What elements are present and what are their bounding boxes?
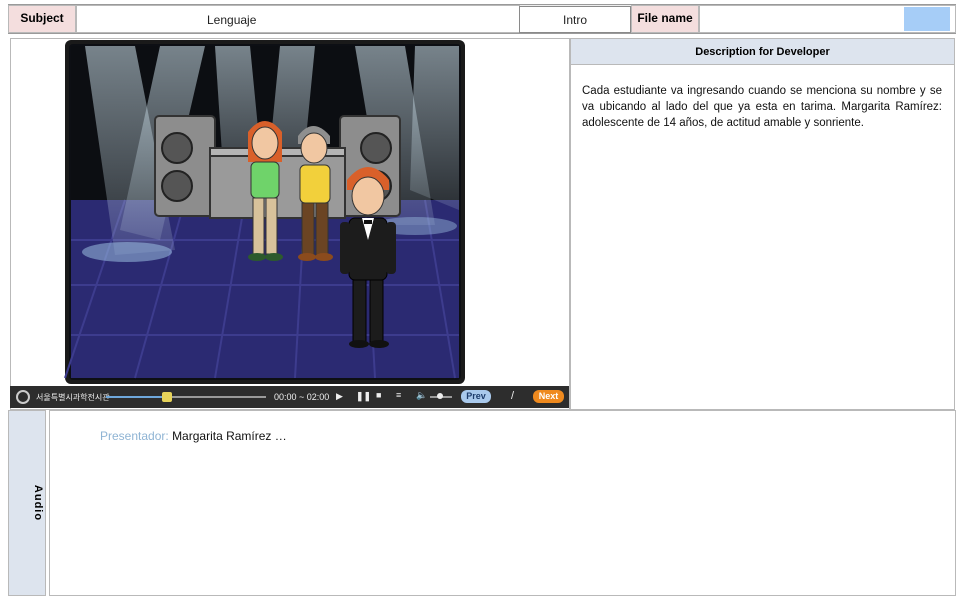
description-title: Description for Developer	[571, 39, 954, 65]
audio-script-panel[interactable]: Presentador: Margarita Ramírez …	[49, 410, 956, 596]
institution-name: 서울특별시과학전시관	[36, 393, 110, 402]
menu-icon[interactable]: ≡	[396, 390, 401, 400]
media-player: 서울특별시과학전시관 00:00 ~ 02:00 ▶ ❚❚ ■ ≡ 🔈 Prev…	[10, 386, 569, 408]
description-panel: Description for Developer Cada estudiant…	[570, 38, 955, 410]
volume-icon[interactable]: 🔈	[416, 390, 427, 401]
file-name-swatch	[904, 7, 950, 31]
speaker-left	[154, 115, 216, 217]
progress-track[interactable]	[106, 392, 266, 402]
progress-thumb[interactable]	[161, 392, 172, 402]
speaker-label: Presentador:	[100, 429, 169, 443]
scene-frame	[10, 38, 570, 410]
volume-thumb[interactable]	[436, 393, 443, 399]
play-icon[interactable]: ▶	[336, 391, 343, 402]
description-text: Cada estudiante va ingresando cuando se …	[582, 85, 942, 129]
audio-label: Audio	[32, 484, 45, 522]
audio-label-panel: Audio	[8, 410, 46, 596]
scene-value: Intro	[562, 12, 587, 27]
prev-button[interactable]: Prev	[461, 390, 491, 403]
scene-illustration	[64, 40, 465, 384]
subject-value: Lenguaje	[207, 13, 257, 27]
light-beam	[410, 46, 459, 210]
audio-script-line: Presentador: Margarita Ramírez …	[100, 429, 287, 443]
stop-icon[interactable]: ■	[376, 390, 381, 400]
volume-track[interactable]	[430, 393, 452, 399]
progress-fill	[106, 396, 167, 398]
nav-separator: /	[511, 390, 515, 402]
pause-icon[interactable]: ❚❚	[356, 391, 371, 402]
subject-field[interactable]: Lenguaje	[76, 5, 520, 33]
file-name-label: File name	[631, 5, 699, 33]
subject-label: Subject	[8, 5, 76, 33]
time-display: 00:00 ~ 02:00	[274, 392, 330, 402]
speech-text: Margarita Ramírez …	[172, 429, 287, 443]
next-button[interactable]: Next	[533, 390, 564, 403]
scene-field[interactable]: Intro	[519, 6, 631, 33]
institution-logo-icon	[16, 390, 30, 404]
